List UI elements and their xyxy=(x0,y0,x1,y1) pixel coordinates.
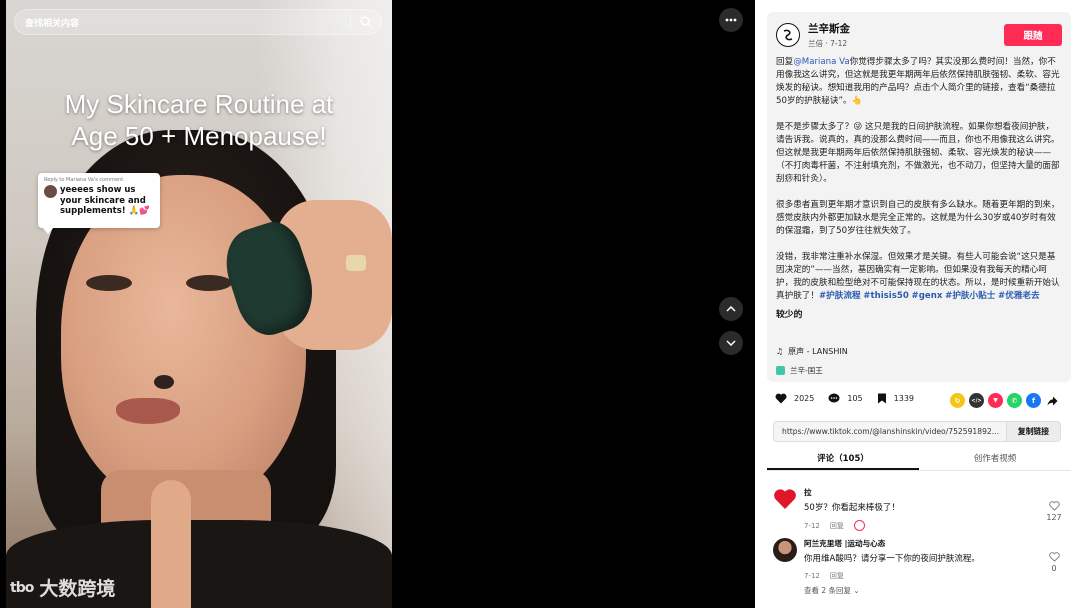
reply-comment-card: Reply to Mariana Va's comment yeeees sho… xyxy=(38,173,160,234)
like-count: 2025 xyxy=(794,394,815,403)
video-url[interactable]: https://www.tiktok.com/@lanshinskin/vide… xyxy=(774,427,1006,436)
like-button[interactable]: 2025 xyxy=(775,393,814,404)
follow-button[interactable]: 跟随 xyxy=(1004,24,1062,46)
comment-like-count: 127 xyxy=(1046,513,1062,522)
hashtag-link[interactable]: #优雅老去 xyxy=(998,291,1040,301)
facebook-icon[interactable]: f xyxy=(1026,393,1041,408)
author-name[interactable]: 兰辛斯金 xyxy=(808,21,1004,36)
comment-date: 7-12 xyxy=(804,521,820,530)
effect-link[interactable]: 兰辛-国王 xyxy=(776,365,823,376)
heart-outline-icon xyxy=(1048,552,1060,562)
video-description: 回复@Mariana Va你觉得步骤太多了吗？其实没那么费时间！当然，你不用像我… xyxy=(776,56,1062,322)
bookmark-icon xyxy=(877,393,886,404)
reply-button[interactable]: 回复 xyxy=(830,521,844,531)
comment-count: 105 xyxy=(847,394,863,403)
chevron-up-icon xyxy=(726,306,736,312)
engagement-stats: 2025 105 1339 xyxy=(775,393,928,404)
share-icons: ↻ </> ▼ ✆ f xyxy=(950,393,1060,408)
previous-video-button[interactable] xyxy=(719,297,743,321)
author-avatar[interactable] xyxy=(776,23,800,47)
effect-icon xyxy=(776,366,785,375)
comment-author[interactable]: 阿兰克里塔 |运动与心态 xyxy=(804,538,1034,549)
avatar[interactable] xyxy=(773,487,797,511)
search-input[interactable]: 查找相关内容 xyxy=(15,16,350,29)
copy-link-button[interactable]: 复制链接 xyxy=(1006,422,1060,441)
comment-like-count: 0 xyxy=(1051,564,1057,573)
embed-icon[interactable]: </> xyxy=(969,393,984,408)
show-less-button[interactable]: 较少的 xyxy=(776,309,1062,322)
watermark-logo: tbo xyxy=(10,579,34,596)
ellipsis-icon xyxy=(725,18,737,22)
video-area: 查找相关内容 My Skincare Routine at Age 50 + M… xyxy=(0,0,755,608)
view-replies-button[interactable]: 查看 2 条回复 ⌄ xyxy=(804,585,860,596)
comment-tabs: 评论（105） 创作者视频 xyxy=(767,449,1071,471)
details-panel: 兰辛斯金 兰倍 · 7-12 跟随 回复@Mariana Va你觉得步骤太多了吗… xyxy=(755,0,1080,608)
repost-icon[interactable]: ↻ xyxy=(950,393,965,408)
share-arrow-icon[interactable] xyxy=(1045,393,1060,408)
red-heart-avatar xyxy=(774,489,796,509)
whatsapp-icon[interactable]: ✆ xyxy=(1007,393,1022,408)
hashtag-link[interactable]: #genx xyxy=(912,291,943,301)
comment-like-button[interactable]: 127 xyxy=(1043,501,1065,522)
tab-comments[interactable]: 评论（105） xyxy=(767,449,919,470)
comment-button[interactable]: 105 xyxy=(828,393,863,404)
heart-icon xyxy=(775,393,787,404)
send-icon[interactable]: ▼ xyxy=(988,393,1003,408)
creator-liked-icon xyxy=(853,520,865,531)
watermark: tbo 大数跨境 xyxy=(10,578,116,600)
hashtag-link[interactable]: #护肤小贴士 xyxy=(945,291,995,301)
search-icon[interactable] xyxy=(351,9,381,35)
comment-icon xyxy=(828,393,840,403)
description-card: 兰辛斯金 兰倍 · 7-12 跟随 回复@Mariana Va你觉得步骤太多了吗… xyxy=(767,12,1071,382)
music-link[interactable]: ♫ 原声 - LANSHIN xyxy=(776,346,848,357)
save-button[interactable]: 1339 xyxy=(877,393,914,404)
comment-date: 7-12 xyxy=(804,572,820,580)
comment-author[interactable]: 拉 xyxy=(804,487,1034,498)
hashtag-link[interactable]: #thisis50 xyxy=(863,291,909,301)
avatar[interactable] xyxy=(773,538,797,562)
comment-like-button[interactable]: 0 xyxy=(1043,552,1065,573)
mention-link[interactable]: @Mariana Va xyxy=(793,57,849,67)
more-options-button[interactable] xyxy=(719,8,743,32)
comment-text: 50岁？你看起来棒极了！ xyxy=(804,503,900,513)
next-video-button[interactable] xyxy=(719,331,743,355)
heart-outline-icon xyxy=(1048,501,1060,511)
author-meta: 兰倍 · 7-12 xyxy=(808,39,848,48)
comment-text: 你用维A酸吗？请分享一下你的夜间护肤流程。 xyxy=(804,554,980,564)
music-note-icon: ♫ xyxy=(776,347,784,356)
search-bar[interactable]: 查找相关内容 xyxy=(14,9,382,35)
share-link-box: https://www.tiktok.com/@lanshinskin/vide… xyxy=(773,421,1061,442)
chevron-down-icon xyxy=(726,340,736,346)
tab-creator-videos[interactable]: 创作者视频 xyxy=(919,449,1071,470)
reply-button[interactable]: 回复 xyxy=(830,571,844,581)
save-count: 1339 xyxy=(893,394,914,403)
video-title-overlay: My Skincare Routine at Age 50 + Menopaus… xyxy=(64,89,334,151)
avatar xyxy=(44,185,57,198)
hashtag-link[interactable]: #护肤流程 xyxy=(819,291,861,301)
